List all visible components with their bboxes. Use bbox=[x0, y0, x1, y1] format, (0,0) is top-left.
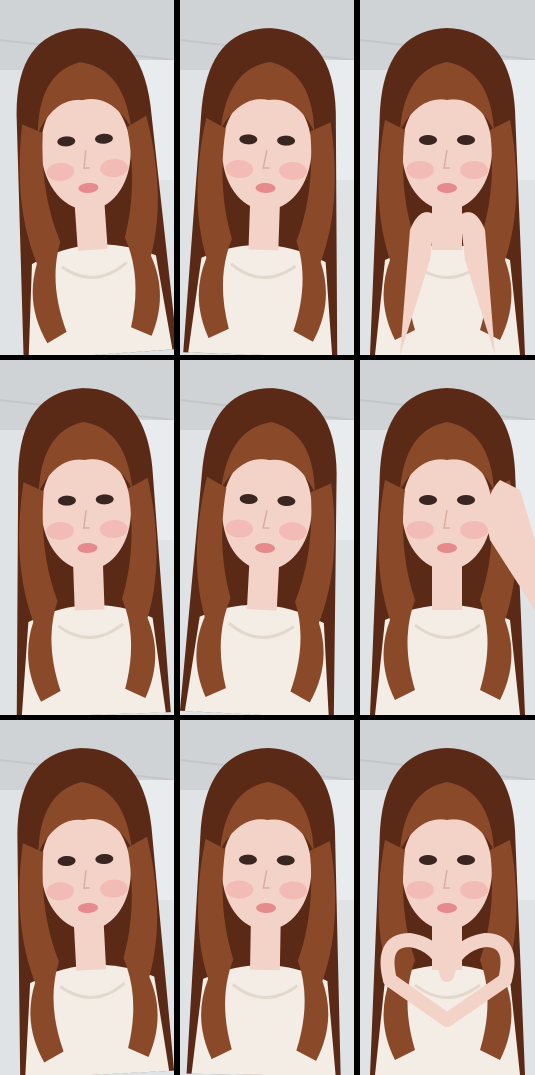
photo-frame-1 bbox=[0, 0, 174, 355]
photo-frame-9 bbox=[360, 720, 535, 1075]
portrait bbox=[370, 28, 525, 355]
photo-frame-7 bbox=[0, 720, 174, 1075]
selfie-collage-grid bbox=[0, 0, 535, 1075]
photo-frame-2 bbox=[180, 0, 354, 355]
photo-frame-6 bbox=[360, 360, 535, 715]
photo-frame-8 bbox=[180, 720, 354, 1075]
photo-frame-3 bbox=[360, 0, 535, 355]
portrait bbox=[186, 748, 341, 1075]
photo-frame-5 bbox=[180, 360, 354, 715]
photo-frame-4 bbox=[0, 360, 174, 715]
